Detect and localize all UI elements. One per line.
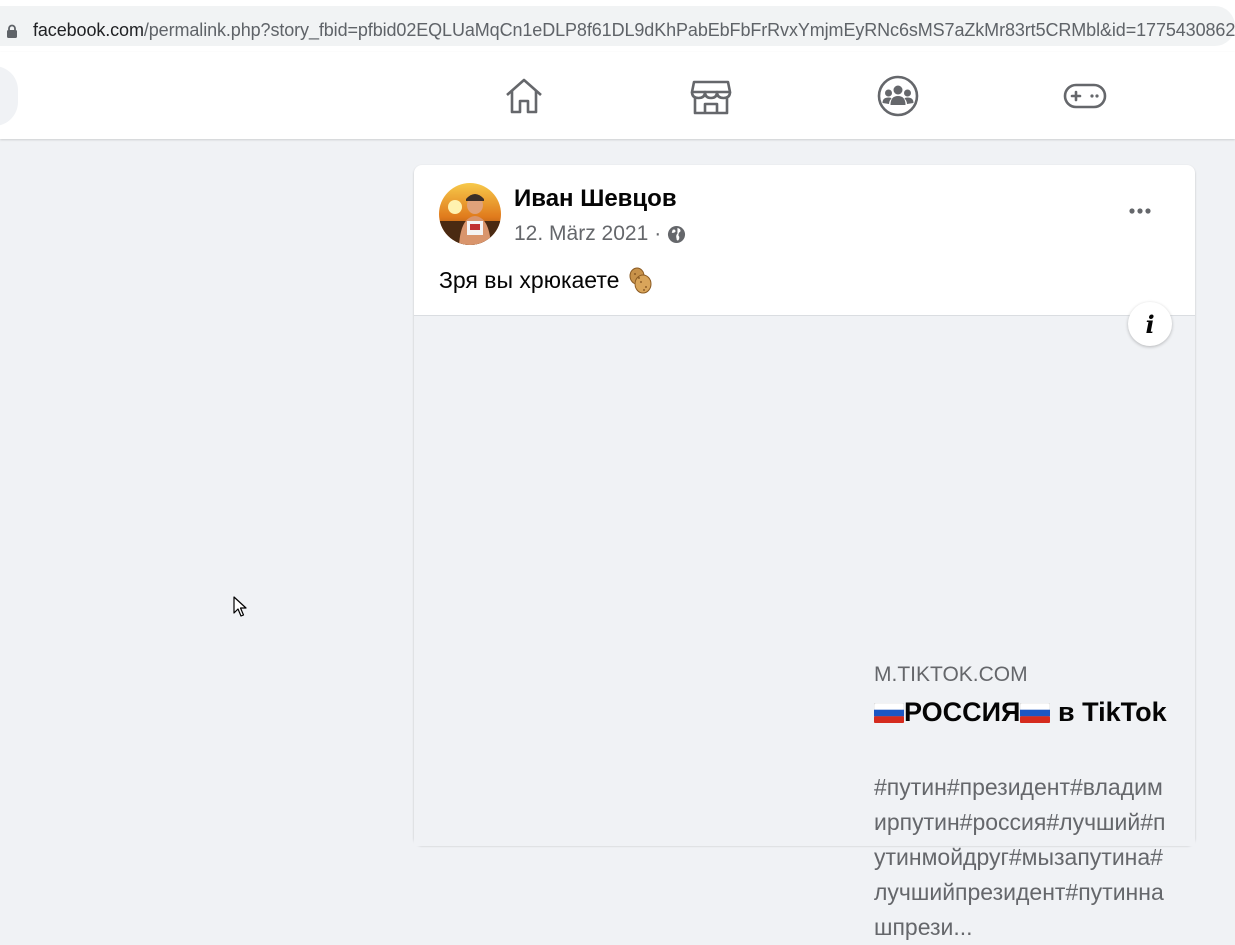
avatar[interactable]	[439, 183, 501, 245]
link-title-rest: в TikTok	[1050, 697, 1167, 727]
globe-icon	[668, 225, 686, 243]
post-author[interactable]: Иван Шевцов	[514, 185, 677, 213]
url-text[interactable]: facebook.com/permalink.php?story_fbid=pf…	[33, 20, 1235, 41]
info-button[interactable]: i	[1128, 302, 1172, 346]
link-title-main: РОССИЯ	[904, 697, 1021, 727]
top-navigation	[0, 52, 1235, 139]
russia-flag-icon	[1020, 703, 1051, 723]
potato-emoji-icon	[629, 267, 652, 294]
search-button[interactable]	[0, 66, 18, 126]
post-meta: 12. März 2021 ·	[514, 222, 686, 246]
mouse-cursor-icon	[233, 596, 247, 617]
russia-flag-icon	[874, 703, 904, 723]
url-field[interactable]: facebook.com/permalink.php?story_fbid=pf…	[0, 6, 1235, 46]
link-title[interactable]: РОССИЯ в TikTok	[874, 694, 1174, 730]
link-domain: M.TIKTOK.COM	[874, 663, 1028, 686]
post-text: Зря вы хрюкаете	[439, 266, 652, 294]
browser-address-bar: facebook.com/permalink.php?story_fbid=pf…	[0, 0, 1235, 52]
info-icon: i	[1145, 309, 1155, 339]
lock-icon	[7, 24, 17, 38]
url-path: /permalink.php?story_fbid=pfbid02EQLUaMq…	[143, 20, 1235, 40]
more-icon	[1129, 208, 1151, 214]
groups-icon[interactable]	[876, 74, 920, 118]
url-host: facebook.com	[33, 20, 144, 40]
post-date[interactable]: 12. März 2021	[514, 222, 648, 246]
meta-separator: ·	[654, 222, 662, 245]
post-card: Иван Шевцов 12. März 2021 · Зря вы хрюка…	[414, 165, 1195, 940]
home-icon[interactable]	[502, 74, 546, 118]
more-options-button[interactable]	[1126, 193, 1158, 229]
link-preview[interactable]: M.TIKTOK.COM РОССИЯ в TikTok #путин#през…	[414, 315, 1195, 940]
gaming-icon[interactable]	[1063, 74, 1107, 118]
link-description: #путин#президент#владимирпутин#россия#лу…	[874, 774, 1166, 940]
marketplace-icon[interactable]	[689, 74, 733, 118]
post-message: Зря вы хрюкаете	[439, 266, 620, 293]
